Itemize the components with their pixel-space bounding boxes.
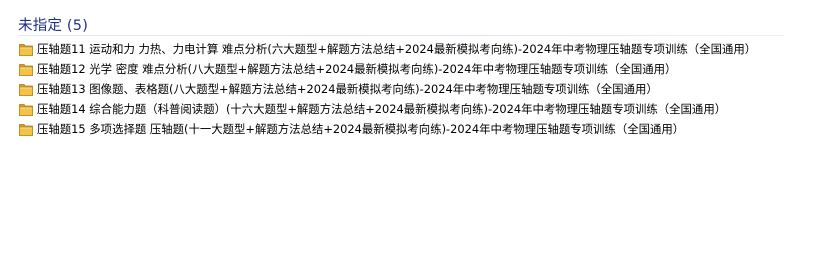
file-name: 压轴题12 光学 密度 难点分析(八大题型+解题方法总结+2024最新模拟考向练… xyxy=(37,62,677,76)
folder-icon xyxy=(19,104,33,116)
folder-icon xyxy=(19,84,33,96)
list-item[interactable]: 压轴题14 综合能力题（科普阅读题）(十六大题型+解题方法总结+2024最新模拟… xyxy=(16,99,806,119)
group-header-unspecified[interactable]: 未指定 (5) xyxy=(18,14,88,34)
list-item[interactable]: 压轴题15 多项选择题 压轴题(十一大题型+解题方法总结+2024最新模拟考向练… xyxy=(16,119,806,139)
list-item[interactable]: 压轴题13 图像题、表格题(八大题型+解题方法总结+2024最新模拟考向练)-2… xyxy=(16,79,806,99)
file-list-pane: 未指定 (5) 压轴题11 运动和力 力热、力电计算 难点分析(六大题型+解题方… xyxy=(0,0,824,258)
file-name: 压轴题15 多项选择题 压轴题(十一大题型+解题方法总结+2024最新模拟考向练… xyxy=(37,122,685,136)
folder-icon xyxy=(19,64,33,76)
file-name: 压轴题13 图像题、表格题(八大题型+解题方法总结+2024最新模拟考向练)-2… xyxy=(37,82,658,96)
file-name: 压轴题14 综合能力题（科普阅读题）(十六大题型+解题方法总结+2024最新模拟… xyxy=(37,102,727,116)
folder-icon xyxy=(19,124,33,136)
list-item[interactable]: 压轴题11 运动和力 力热、力电计算 难点分析(六大题型+解题方法总结+2024… xyxy=(16,39,806,59)
group-divider xyxy=(18,35,784,36)
file-name: 压轴题11 运动和力 力热、力电计算 难点分析(六大题型+解题方法总结+2024… xyxy=(37,42,757,56)
folder-icon xyxy=(19,44,33,56)
file-list: 压轴题11 运动和力 力热、力电计算 难点分析(六大题型+解题方法总结+2024… xyxy=(16,39,806,139)
list-item[interactable]: 压轴题12 光学 密度 难点分析(八大题型+解题方法总结+2024最新模拟考向练… xyxy=(16,59,806,79)
group-title: 未指定 (5) xyxy=(18,17,89,34)
